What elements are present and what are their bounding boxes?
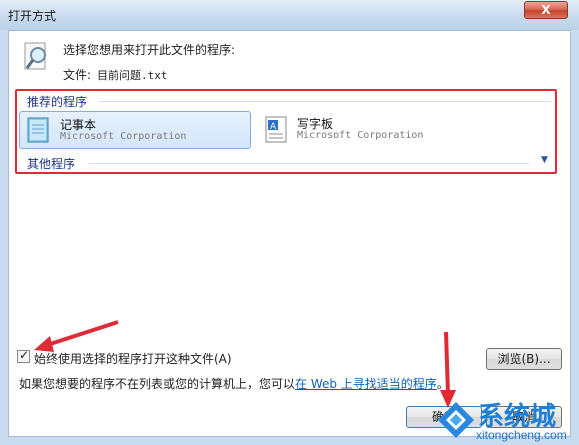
divider — [89, 163, 529, 164]
program-publisher: Microsoft Corporation — [60, 131, 187, 142]
file-label: 文件: — [63, 68, 92, 82]
file-name: 目前问题.txt — [97, 69, 168, 82]
notepad-icon — [27, 117, 49, 143]
recommended-heading: 推荐的程序 — [27, 95, 88, 109]
title-bar[interactable]: 打开方式 X — [0, 0, 579, 30]
watermark: 系统城 xitongcheng.com — [436, 400, 576, 444]
prompt-text: 选择您想用来打开此文件的程序: — [63, 43, 236, 57]
divider — [99, 101, 551, 102]
other-programs-heading[interactable]: 其他程序 — [27, 155, 75, 172]
search-file-icon — [24, 42, 46, 70]
annotation-arrow-icon — [34, 320, 119, 352]
web-search-link[interactable]: 在 Web 上寻找适当的程序 — [295, 377, 437, 391]
always-use-checkbox[interactable] — [17, 348, 30, 363]
svg-text:A: A — [270, 122, 277, 132]
wordpad-icon: A — [265, 116, 287, 143]
watermark-url: xitongcheng.com — [476, 428, 567, 442]
hint-body: 如果您想要的程序不在列表或您的计算机上，您可以 — [19, 377, 296, 391]
browse-button[interactable]: 浏览(B)... — [486, 348, 562, 370]
logo-icon — [438, 402, 474, 438]
file-info: 文件: 目前问题.txt — [63, 66, 168, 83]
annotation-arrow-icon — [440, 331, 456, 408]
window-title: 打开方式 — [8, 9, 57, 23]
dialog-window: 打开方式 X 选择您想用来打开此文件的程序: 文件: 目前问题.txt 推荐的程序 — [0, 0, 579, 445]
close-button[interactable]: X — [524, 1, 568, 19]
program-item-notepad[interactable]: 记事本 Microsoft Corporation — [19, 111, 251, 149]
chevron-down-icon[interactable]: ▼ — [541, 155, 553, 165]
hint-text: 如果您想要的程序不在列表或您的计算机上，您可以在 Web 上寻找适当的程序。 — [19, 375, 449, 392]
program-publisher: Microsoft Corporation — [297, 130, 424, 141]
program-list[interactable]: 推荐的程序 记事本 Microsoft Corporation A 写字板 Mi… — [15, 89, 557, 174]
dialog-body: 选择您想用来打开此文件的程序: 文件: 目前问题.txt 推荐的程序 记事本 Mi… — [8, 30, 571, 437]
program-item-wordpad[interactable]: A 写字板 Microsoft Corporation — [257, 111, 489, 149]
